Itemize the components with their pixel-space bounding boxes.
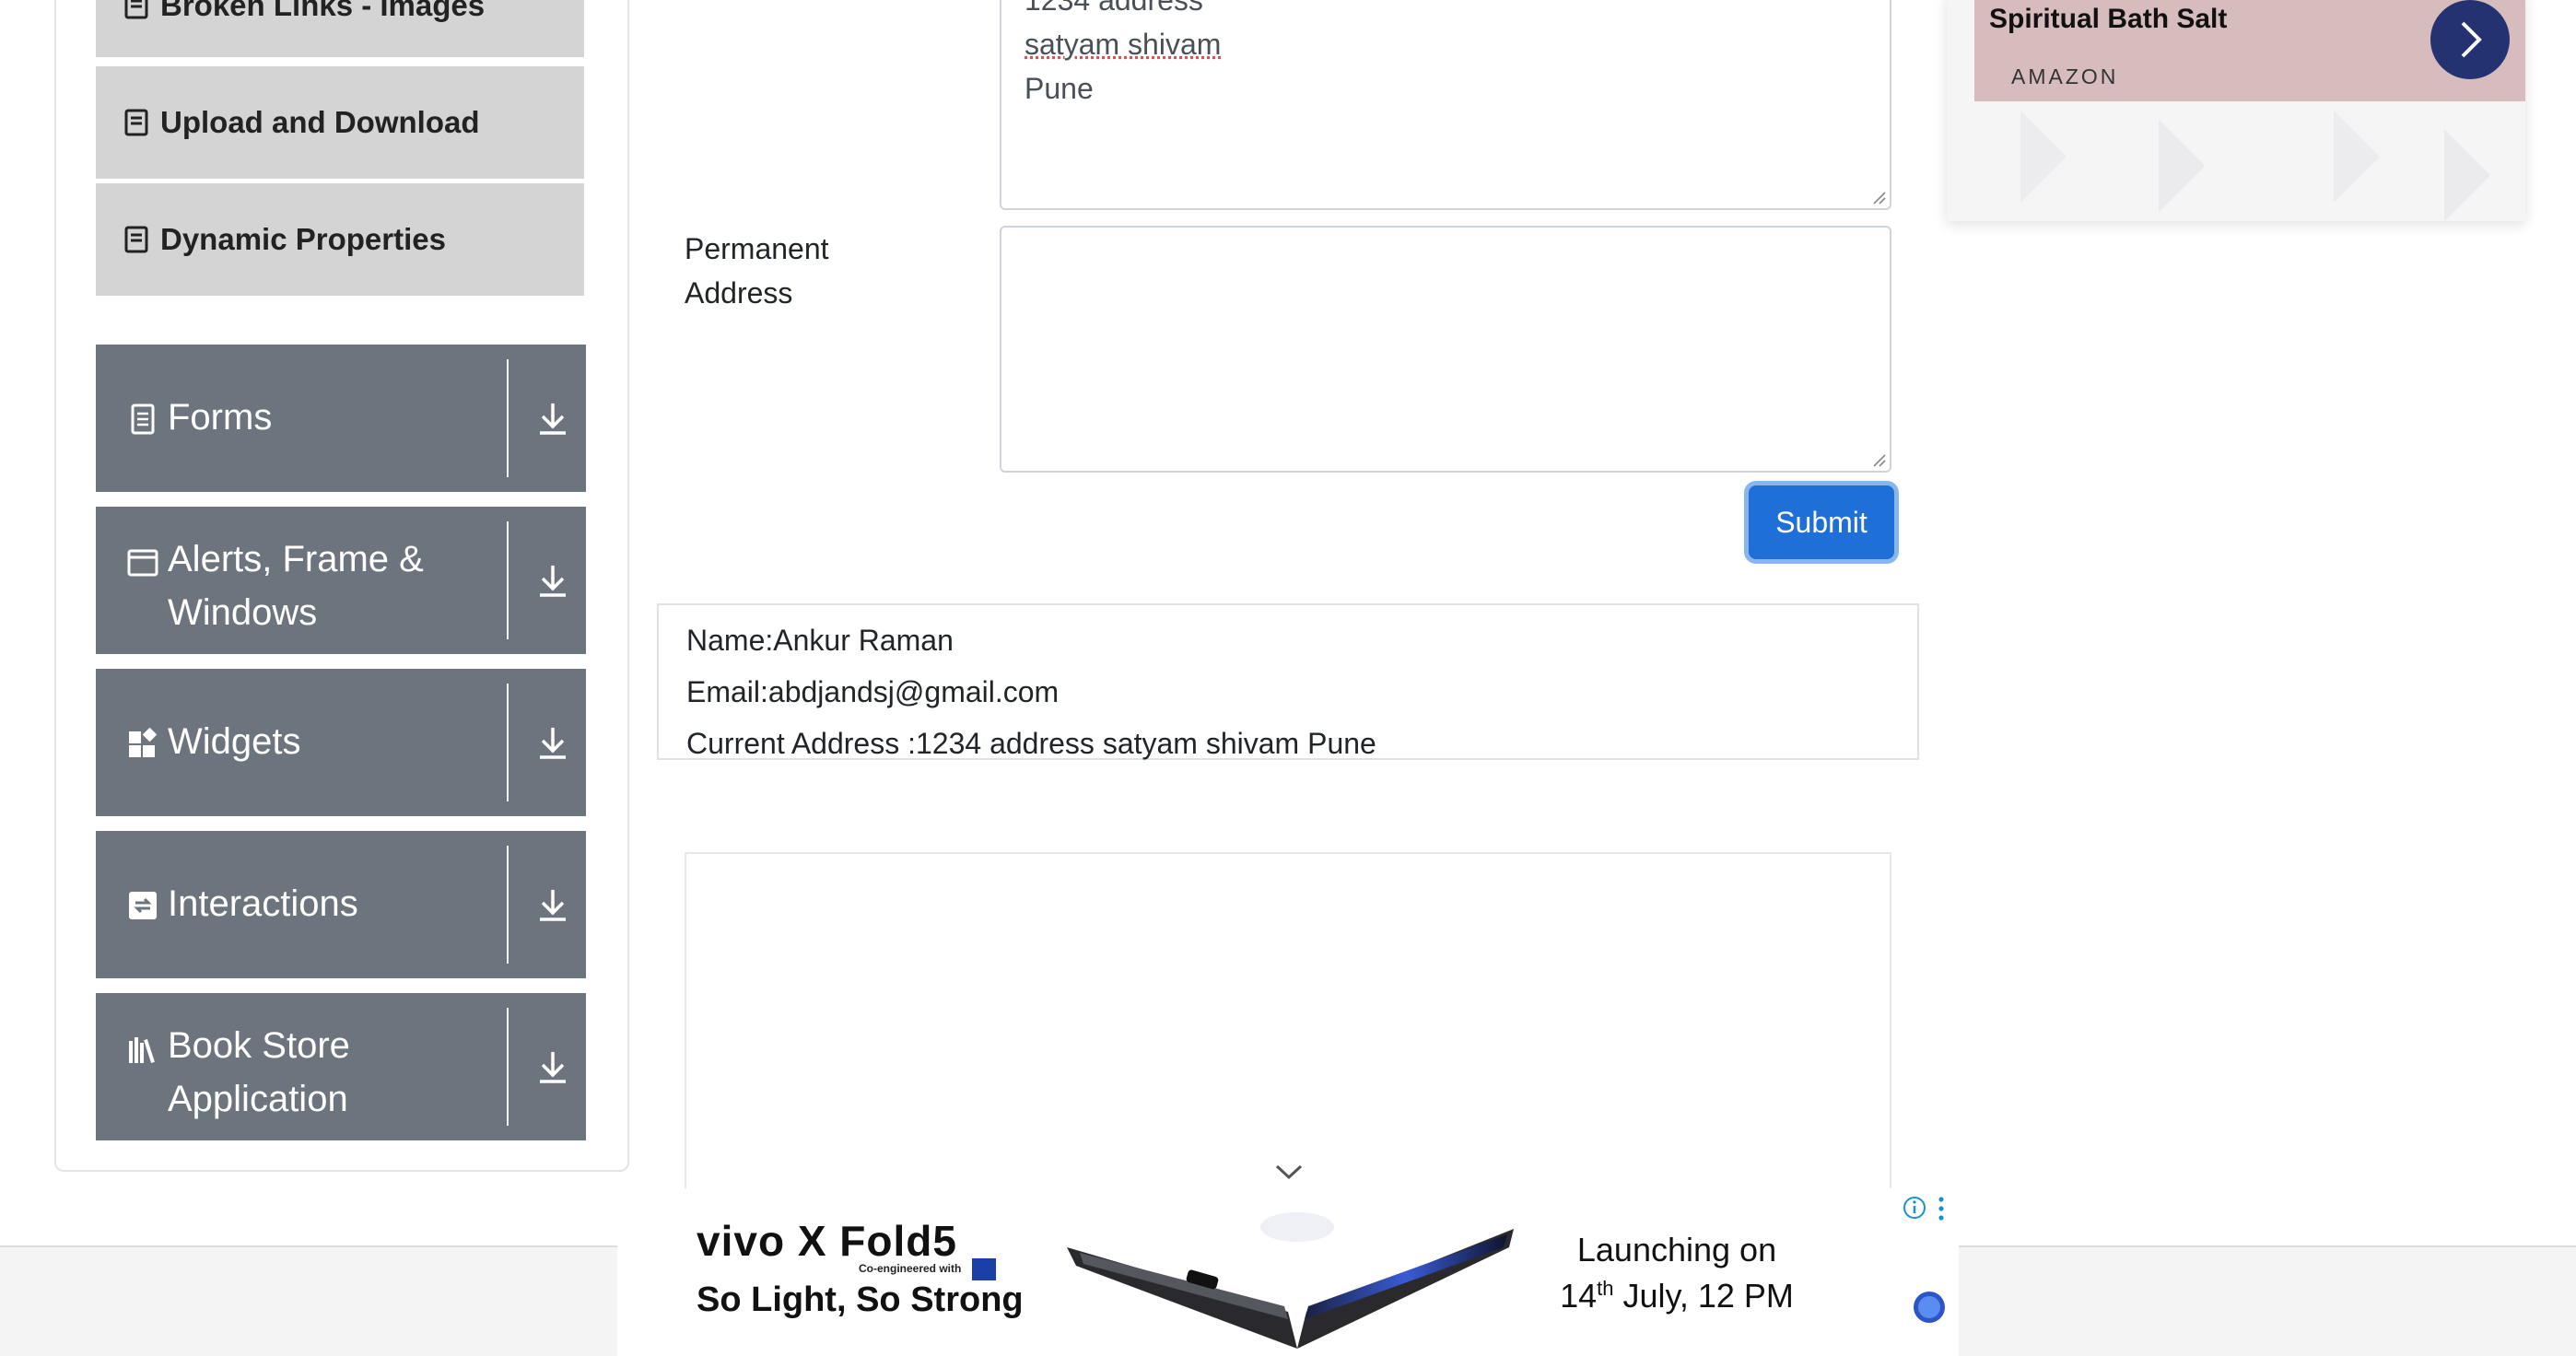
output-current-address: Current Address :1234 address satyam shi… [686, 727, 1376, 760]
book-icon [124, 0, 148, 19]
output-panel: Name:Ankur Raman Email:abdjandsj@gmail.c… [657, 603, 1919, 760]
current-address-line-3: Pune [1025, 72, 1094, 105]
bookshelf-icon [129, 1037, 155, 1063]
ad-launch-line-1: Launching on [1576, 1231, 1777, 1268]
ad-tagline: Co-engineered with [859, 1262, 962, 1275]
zeiss-logo-icon [972, 1258, 996, 1280]
ai-badge-icon [1914, 1292, 1945, 1323]
download-arrow-icon[interactable] [536, 886, 569, 923]
output-email: Email:abdjandsj@gmail.com [686, 675, 1060, 708]
book-icon [124, 226, 148, 253]
divider [507, 684, 509, 801]
ad-next-button[interactable] [2430, 0, 2510, 79]
ad-brand-name: vivo X Fold5 [697, 1217, 957, 1265]
current-address-textarea[interactable]: 1234 address satyam shivam Pune [1000, 0, 1891, 210]
download-arrow-icon[interactable] [536, 400, 569, 437]
chevron-down-icon[interactable] [1273, 1161, 1305, 1183]
divider [507, 521, 509, 639]
ad-brand: AMAZON [2011, 64, 2119, 88]
sidebar-group-widgets[interactable]: Widgets [96, 669, 586, 816]
divider [507, 846, 509, 964]
sidebar-item-broken-links-images[interactable]: Broken Links - Images [96, 0, 584, 57]
current-address-line-2: satyam shivam [1025, 28, 1222, 61]
current-address-line-1: 1234 address [1025, 0, 1203, 17]
ad-title: Spiritual Bath Salt [1989, 4, 2228, 34]
document-icon [131, 403, 155, 435]
empty-content-frame [685, 852, 1891, 1202]
sidebar-group-alerts-frame-windows[interactable]: Alerts, Frame & Windows [96, 507, 586, 654]
sidebar-group-interactions[interactable]: Interactions [96, 831, 586, 978]
sidebar-item-label: Broken Links - Images [160, 0, 486, 22]
output-name: Name:Ankur Raman [686, 624, 954, 657]
ad-launch-day: 14 [1560, 1277, 1598, 1315]
resize-grip-icon[interactable] [1871, 190, 1886, 205]
window-icon [127, 549, 158, 577]
more-options-icon[interactable] [1937, 1196, 1946, 1222]
sidebar-group-label: Alerts, Frame & Windows [168, 539, 424, 633]
divider [507, 1008, 509, 1126]
ad-launch-rest: July, 12 PM [1613, 1277, 1794, 1315]
permanent-address-label: Permanent Address [685, 232, 829, 310]
sidebar-item-label: Upload and Download [160, 105, 480, 139]
sidebar-item-upload-download[interactable]: Upload and Download [96, 66, 584, 179]
ad-banner-bottom[interactable]: vivo X Fold5 Co-engineered with So Light… [617, 1188, 1959, 1356]
ad-launch-line-2: 14th July, 12 PM [1539, 1269, 1815, 1315]
download-arrow-icon[interactable] [536, 562, 569, 599]
widgets-icon [129, 728, 158, 757]
sidebar-group-label: Widgets [168, 721, 301, 762]
book-icon [124, 109, 148, 136]
sidebar-group-label: Book Store Application [168, 1025, 350, 1119]
sidebar-group-forms[interactable]: Forms [96, 345, 586, 492]
ad-slogan: So Light, So Strong [697, 1280, 1024, 1319]
resize-grip-icon[interactable] [1871, 452, 1886, 467]
sidebar-item-label: Dynamic Properties [160, 222, 446, 256]
foldable-phone-image [1067, 1212, 1514, 1349]
ad-launch-text: Launching on 14th July, 12 PM [1539, 1231, 1815, 1315]
submit-button[interactable]: Submit [1749, 485, 1894, 559]
download-arrow-icon[interactable] [536, 724, 569, 761]
info-icon[interactable] [1903, 1196, 1926, 1220]
download-arrow-icon[interactable] [536, 1048, 569, 1085]
ad-launch-suffix: th [1597, 1277, 1614, 1300]
chevron-right-icon [2461, 21, 2482, 58]
sidebar-item-dynamic-properties[interactable]: Dynamic Properties [96, 183, 584, 296]
sidebar-group-book-store[interactable]: Book Store Application [96, 993, 586, 1140]
divider [507, 359, 509, 477]
ad-pattern-background [2020, 111, 2490, 221]
sidebar: Broken Links - Images Upload and Downloa… [54, 0, 629, 1172]
ad-card-top[interactable]: Spiritual Bath Salt AMAZON [1947, 0, 2525, 221]
sidebar-group-label: Forms [168, 397, 273, 438]
permanent-address-textarea[interactable] [1000, 226, 1891, 473]
sidebar-group-label: Interactions [168, 883, 358, 924]
interactions-icon [129, 892, 157, 919]
